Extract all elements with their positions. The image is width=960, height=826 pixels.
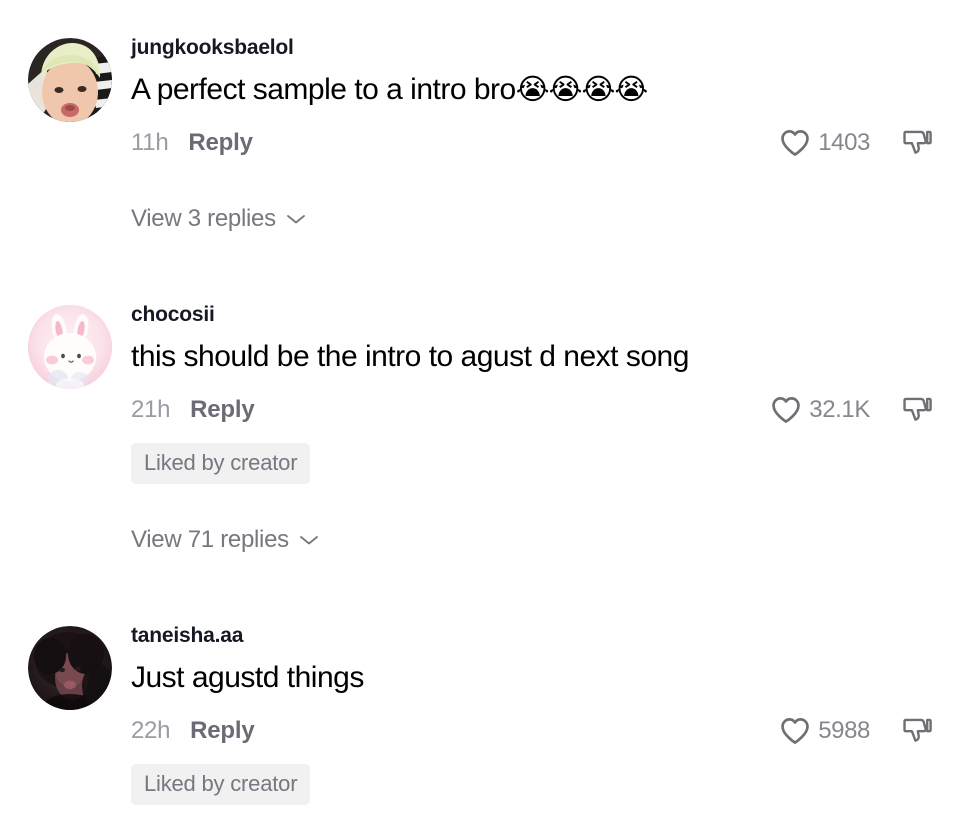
like-button[interactable]: 5988 [778,714,870,748]
view-replies-button[interactable]: View 71 replies [0,526,960,554]
heart-outline-icon[interactable] [778,714,812,748]
comment-meta-left: 22h Reply [131,717,255,745]
comment-meta-left: 21h Reply [131,396,255,424]
comment-text: A perfect sample to a intro bro😭😭😭😭 [131,71,944,109]
comment-username[interactable]: taneisha.aa [131,610,944,647]
view-replies-label: View 71 replies [131,525,289,553]
comment-meta-left: 11h Reply [131,129,253,157]
comment-meta-row: 21h Reply 32.1K [131,390,944,430]
like-count: 32.1K [809,395,870,423]
comment-timestamp: 11h [131,128,169,156]
comment-text: Just agustd things [131,659,944,697]
reply-button[interactable]: Reply [188,129,253,157]
comment-username[interactable]: chocosii [131,289,944,326]
comment-item: jungkooksbaelol A perfect sample to a in… [0,22,960,163]
comment-text-body: A perfect sample to a intro bro [131,73,516,107]
reply-button[interactable]: Reply [190,396,255,424]
thumbs-down-outline-icon[interactable] [900,714,934,748]
comment-text: this should be the intro to agust d next… [131,338,944,376]
avatar[interactable] [28,625,112,710]
comment-actions: 1403 [778,126,944,160]
like-count: 5988 [818,716,870,744]
comment-timestamp: 21h [131,395,171,423]
thumbs-down-outline-icon[interactable] [900,126,934,160]
avatar-photo-person-light-hair [28,38,112,122]
comment-meta-row: 22h Reply 5988 [131,711,944,751]
avatar-photo-person-dark [28,625,112,710]
chevron-down-icon[interactable] [299,534,319,546]
comment-actions: 32.1K [769,393,944,427]
comments-list: jungkooksbaelol A perfect sample to a in… [0,0,960,805]
status-badge-liked-by-creator: Liked by creator [131,763,311,805]
comment-timestamp: 22h [131,716,171,744]
comment-username[interactable]: jungkooksbaelol [131,22,944,59]
avatar-illustration-pink-bunny [28,304,112,389]
avatar[interactable] [28,304,112,389]
view-replies-button[interactable]: View 3 replies [0,205,960,233]
comment-actions: 5988 [778,714,944,748]
avatar[interactable] [28,38,112,122]
thumbs-down-outline-icon[interactable] [900,393,934,427]
reply-button[interactable]: Reply [190,717,255,745]
like-count: 1403 [818,128,870,156]
chevron-down-icon[interactable] [286,213,306,225]
comment-item: taneisha.aa Just agustd things 22h Reply… [0,610,960,805]
like-button[interactable]: 32.1K [769,393,870,427]
comment-emoji: 😭😭😭😭 [515,72,649,107]
status-badge-liked-by-creator: Liked by creator [131,442,311,484]
comment-item: chocosii this should be the intro to agu… [0,289,960,484]
like-button[interactable]: 1403 [778,126,870,160]
comment-text-body: this should be the intro to agust d next… [131,339,689,373]
comment-text-body: Just agustd things [131,660,364,694]
heart-outline-icon[interactable] [778,126,812,160]
view-replies-label: View 3 replies [131,204,276,232]
comment-meta-row: 11h Reply 1403 [131,123,944,163]
heart-outline-icon[interactable] [769,393,803,427]
